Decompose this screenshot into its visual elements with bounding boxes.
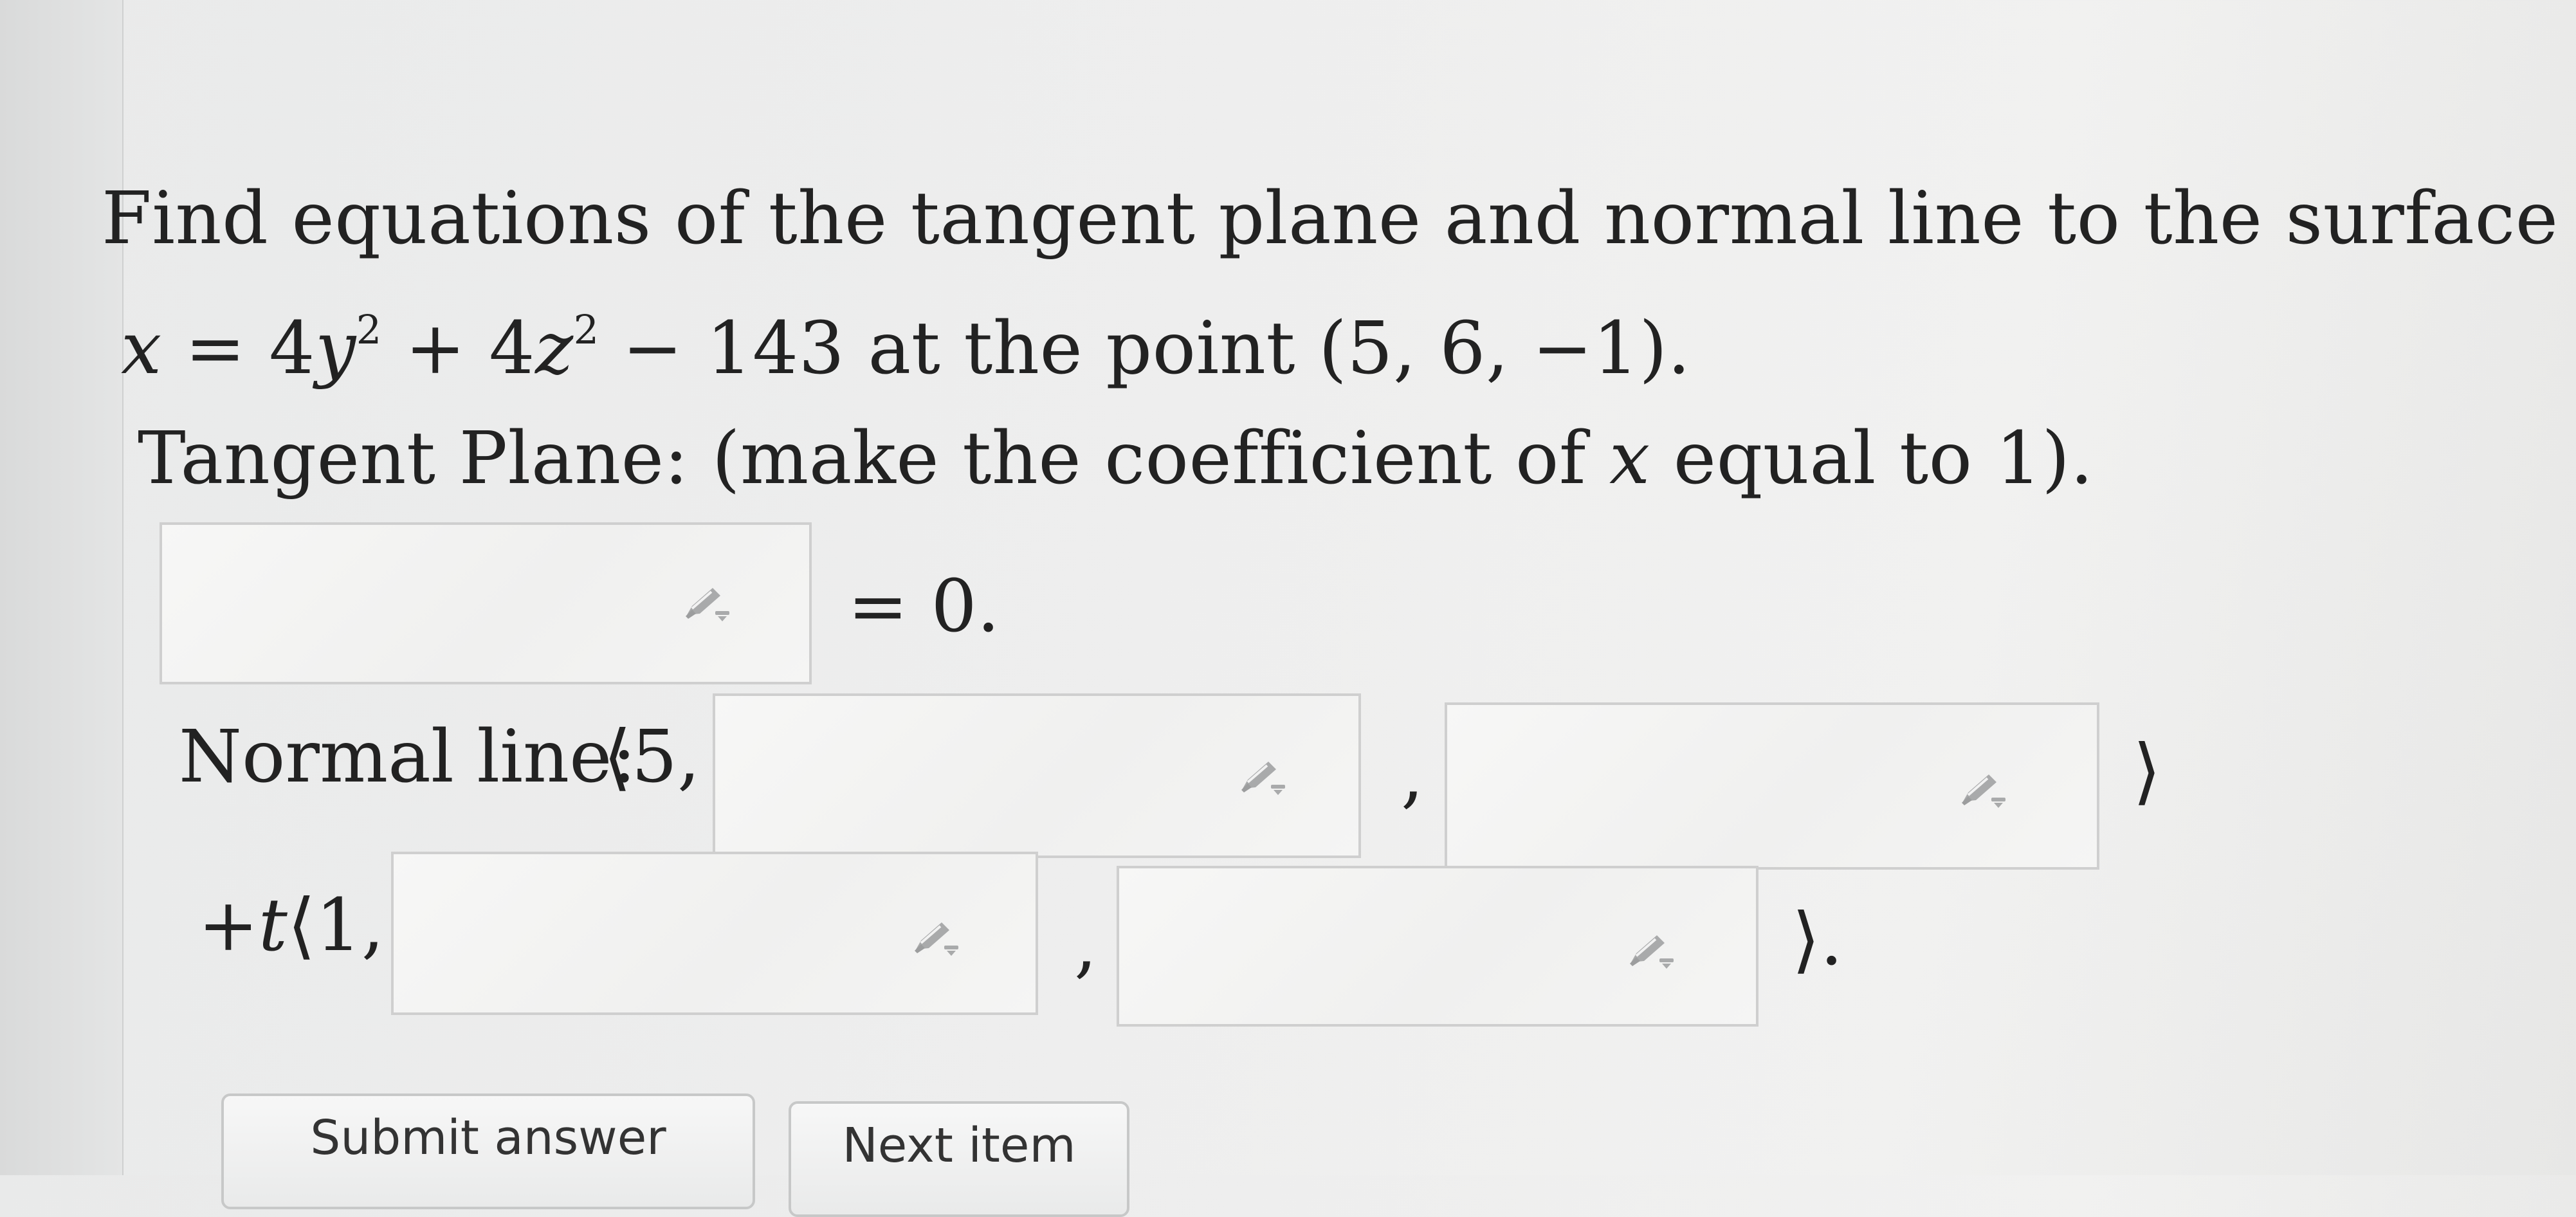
question-line-3: Tangent Plane: (make the coefficient of … — [138, 421, 2094, 497]
pencil-dropdown-icon[interactable] — [911, 919, 962, 960]
normal-line-point-z-input[interactable] — [1445, 702, 2099, 870]
normal-line-point-y-input[interactable] — [713, 693, 1361, 858]
tangent-plane-instruction-var-x: x — [1609, 417, 1650, 500]
question-point-text: at the point — [868, 307, 1295, 390]
math-exponent-2: 2 — [573, 306, 599, 353]
tangent-plane-input[interactable] — [160, 522, 812, 684]
math-var-z: z — [535, 307, 574, 390]
tangent-plane-equals-zero: = 0. — [848, 565, 1000, 648]
math-var-y: y — [315, 307, 356, 390]
math-exponent-1: 2 — [356, 306, 382, 353]
normal-line-comma: , — [1401, 733, 1424, 817]
pencil-dropdown-icon[interactable] — [1238, 758, 1289, 799]
direction-comma: , — [1074, 903, 1097, 987]
math-equals: = — [185, 307, 246, 390]
question-panel: Find equations of the tangent plane and … — [0, 0, 2576, 1217]
direction-open-bracket: ⟨1, — [287, 884, 385, 967]
math-coef-2: 4 — [489, 307, 536, 390]
direction-parameter-t: t — [258, 884, 288, 967]
direction-vector-z-input[interactable] — [1117, 866, 1758, 1027]
pencil-dropdown-icon[interactable] — [1958, 771, 2009, 812]
question-text-line-1: Find equations of the tangent plane and … — [102, 177, 2559, 261]
pencil-dropdown-icon[interactable] — [682, 584, 733, 625]
math-coef-1: 4 — [269, 307, 315, 390]
direction-vector-y-input[interactable] — [391, 852, 1038, 1015]
question-point: (5, 6, −1). — [1319, 307, 1691, 390]
normal-line-open-bracket: ⟨5, — [603, 715, 700, 799]
tangent-plane-instruction-after: equal to 1). — [1673, 417, 2094, 500]
math-minus: − — [622, 307, 683, 390]
math-constant: 143 — [706, 307, 845, 390]
math-plus: + — [405, 307, 466, 390]
pencil-dropdown-icon[interactable] — [1626, 931, 1677, 973]
direction-close-bracket: ⟩. — [1792, 898, 1843, 982]
tangent-plane-instruction-before: Tangent Plane: (make the coefficient of — [138, 417, 1586, 500]
normal-line-label: Normal line: — [179, 715, 637, 799]
question-line-2: x = 4y2 + 4z2 − 143 at the point (5, 6, … — [121, 310, 1691, 387]
next-item-button[interactable]: Next item — [789, 1101, 1129, 1217]
math-var-x: x — [121, 307, 162, 390]
direction-vector-prefix: +t⟨1, — [198, 884, 384, 967]
question-line-1: Find equations of the tangent plane and … — [102, 181, 2559, 257]
submit-answer-button[interactable]: Submit answer — [221, 1093, 755, 1209]
normal-line-close-bracket: ⟩ — [2133, 729, 2161, 813]
direction-plus: + — [198, 884, 259, 967]
